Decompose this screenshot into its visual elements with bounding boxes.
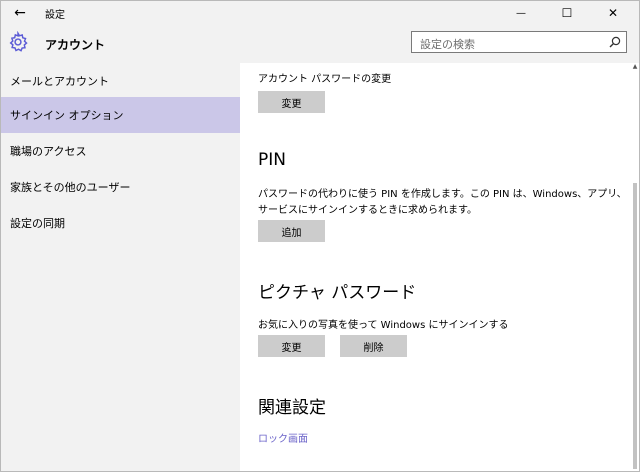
- window-title: 設定: [45, 10, 65, 21]
- picture-password-heading: ピクチャ パスワード: [258, 283, 417, 303]
- pin-heading: PIN: [258, 150, 286, 170]
- settings-window: ← 設定 — ☐ ✕ アカウント 設定の検索 メールとアカウント サインイン オ…: [0, 0, 640, 472]
- password-change-label: アカウント パスワードの変更: [258, 74, 392, 85]
- pin-description-line2: サービスにサインインするときに求められます。: [258, 205, 477, 216]
- back-arrow-icon: ←: [14, 5, 26, 21]
- sidebar-item-sign-in-options[interactable]: サインイン オプション: [1, 97, 240, 133]
- scroll-thumb[interactable]: [633, 183, 637, 469]
- sidebar-item-label: メールとアカウント: [10, 75, 109, 88]
- minimize-icon: —: [516, 7, 526, 19]
- picture-password-description: お気に入りの写真を使って Windows にサインインする: [258, 320, 509, 331]
- related-settings-heading: 関連設定: [258, 398, 326, 418]
- search-input[interactable]: 設定の検索: [411, 31, 627, 53]
- maximize-icon: ☐: [561, 6, 573, 20]
- close-icon: ✕: [607, 6, 619, 20]
- maximize-button[interactable]: ☐: [544, 1, 590, 25]
- title-bar: ← 設定 — ☐ ✕: [1, 1, 639, 25]
- sidebar-item-label: 家族とその他のユーザー: [10, 181, 131, 194]
- sidebar-item-sync-settings[interactable]: 設定の同期: [1, 205, 240, 241]
- sidebar-item-email-accounts[interactable]: メールとアカウント: [1, 63, 240, 99]
- search-icon[interactable]: [608, 35, 622, 49]
- sidebar-item-family-other-users[interactable]: 家族とその他のユーザー: [1, 169, 240, 205]
- add-pin-button[interactable]: 追加: [258, 220, 325, 242]
- sidebar-item-work-access[interactable]: 職場のアクセス: [1, 133, 240, 169]
- change-picture-password-button[interactable]: 変更: [258, 335, 325, 357]
- back-button[interactable]: ←: [3, 1, 37, 25]
- remove-picture-password-button[interactable]: 削除: [340, 335, 407, 357]
- page-header: アカウント 設定の検索: [1, 25, 639, 63]
- sidebar: メールとアカウント サインイン オプション 職場のアクセス 家族とその他のユーザ…: [1, 63, 240, 471]
- main-content: アカウント パスワードの変更 変更 PIN パスワードの代わりに使う PIN を…: [240, 63, 639, 471]
- minimize-button[interactable]: —: [498, 1, 544, 25]
- sidebar-item-label: 設定の同期: [10, 217, 65, 230]
- close-button[interactable]: ✕: [590, 1, 636, 25]
- sidebar-item-label: サインイン オプション: [10, 109, 124, 122]
- search-placeholder: 設定の検索: [420, 38, 475, 51]
- change-password-button[interactable]: 変更: [258, 91, 325, 113]
- lock-screen-link[interactable]: ロック画面: [258, 430, 308, 445]
- gear-icon: [9, 31, 28, 52]
- pin-description-line1: パスワードの代わりに使う PIN を作成します。この PIN は、Windows…: [258, 189, 627, 200]
- scroll-up-icon[interactable]: ▲: [631, 63, 639, 71]
- sidebar-item-label: 職場のアクセス: [10, 145, 87, 158]
- page-title: アカウント: [45, 38, 106, 52]
- scrollbar[interactable]: ▲: [631, 63, 639, 471]
